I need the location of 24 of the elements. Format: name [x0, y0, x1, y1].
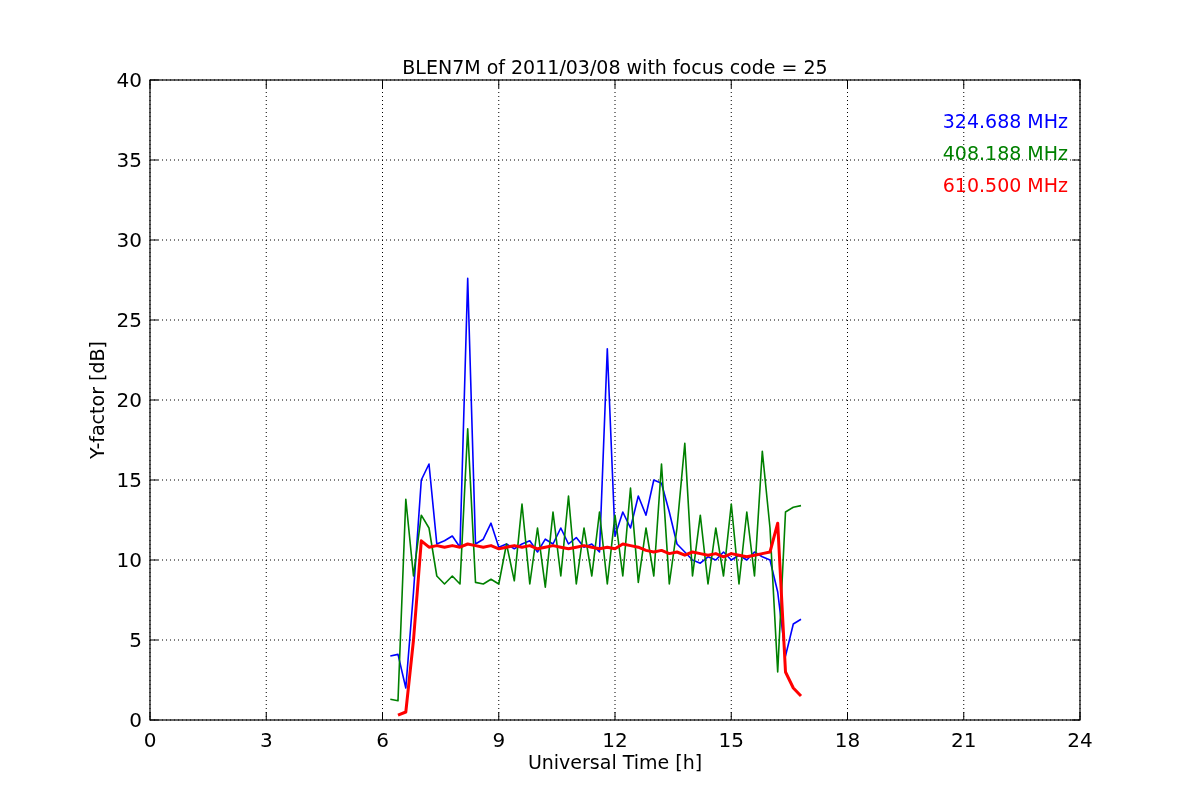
legend-label: 324.688 MHz [942, 110, 1068, 132]
tick-label: 35 [116, 148, 142, 172]
tick-label: 9 [492, 728, 506, 752]
x-axis-label: Universal Time [h] [527, 751, 703, 773]
legend-label: 610.500 MHz [942, 174, 1068, 196]
tick-label: 0 [129, 708, 142, 732]
tick-label: 0 [143, 728, 157, 752]
tick-label: 21 [951, 728, 977, 752]
legend-label: 408.188 MHz [942, 142, 1068, 164]
y-axis-label: Y-factor [dB] [86, 341, 108, 459]
tick-label: 5 [129, 628, 142, 652]
tick-label: 3 [259, 728, 273, 752]
tick-label: 15 [116, 468, 142, 492]
chart-title: BLEN7M of 2011/03/08 with focus code = 25 [402, 56, 828, 78]
tick-label: 10 [116, 548, 142, 572]
tick-label: 25 [116, 308, 142, 332]
tick-label: 18 [834, 728, 861, 752]
tick-label: 30 [116, 228, 142, 252]
tick-label: 15 [718, 728, 744, 752]
tick-label: 20 [116, 388, 142, 412]
tick-label: 24 [1067, 728, 1093, 752]
tick-label: 12 [602, 728, 628, 752]
tick-label: 6 [376, 728, 389, 752]
tick-label: 40 [116, 68, 142, 92]
